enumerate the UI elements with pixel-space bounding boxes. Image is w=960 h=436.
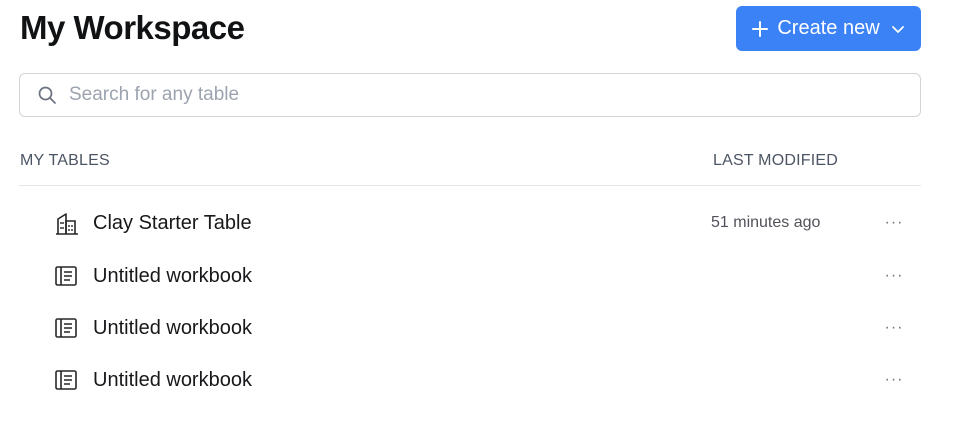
row-name: Clay Starter Table xyxy=(93,211,252,234)
plus-icon xyxy=(751,20,769,38)
create-new-button[interactable]: Create new xyxy=(736,6,921,51)
row-name: Untitled workbook xyxy=(93,368,252,391)
building-icon xyxy=(54,211,80,235)
table-row[interactable]: Untitled workbook ··· xyxy=(19,302,921,354)
workbook-icon xyxy=(54,265,78,287)
chevron-down-icon xyxy=(890,21,906,37)
more-options-icon[interactable]: ··· xyxy=(881,263,907,289)
row-last-modified: 51 minutes ago xyxy=(711,214,821,231)
search-bar[interactable] xyxy=(19,73,921,117)
header-divider xyxy=(19,185,921,186)
page-title: My Workspace xyxy=(20,9,245,46)
workbook-icon xyxy=(54,369,78,391)
more-options-icon[interactable]: ··· xyxy=(881,210,907,236)
workspace-page: My Workspace Create new MY TABLES LAST M… xyxy=(0,0,960,436)
column-header-my-tables: MY TABLES xyxy=(20,152,110,169)
create-new-label: Create new xyxy=(777,17,880,39)
table-row[interactable]: Untitled workbook ··· xyxy=(19,250,921,302)
row-name: Untitled workbook xyxy=(93,264,252,287)
row-name: Untitled workbook xyxy=(93,316,252,339)
table-row[interactable]: Untitled workbook ··· xyxy=(19,354,921,406)
more-options-icon[interactable]: ··· xyxy=(881,315,907,341)
more-options-icon[interactable]: ··· xyxy=(881,367,907,393)
workbook-icon xyxy=(54,317,78,339)
table-row[interactable]: Clay Starter Table 51 minutes ago ··· xyxy=(19,197,921,249)
column-header-last-modified[interactable]: LAST MODIFIED xyxy=(713,152,838,170)
search-icon xyxy=(37,85,57,105)
search-input[interactable] xyxy=(69,84,869,106)
